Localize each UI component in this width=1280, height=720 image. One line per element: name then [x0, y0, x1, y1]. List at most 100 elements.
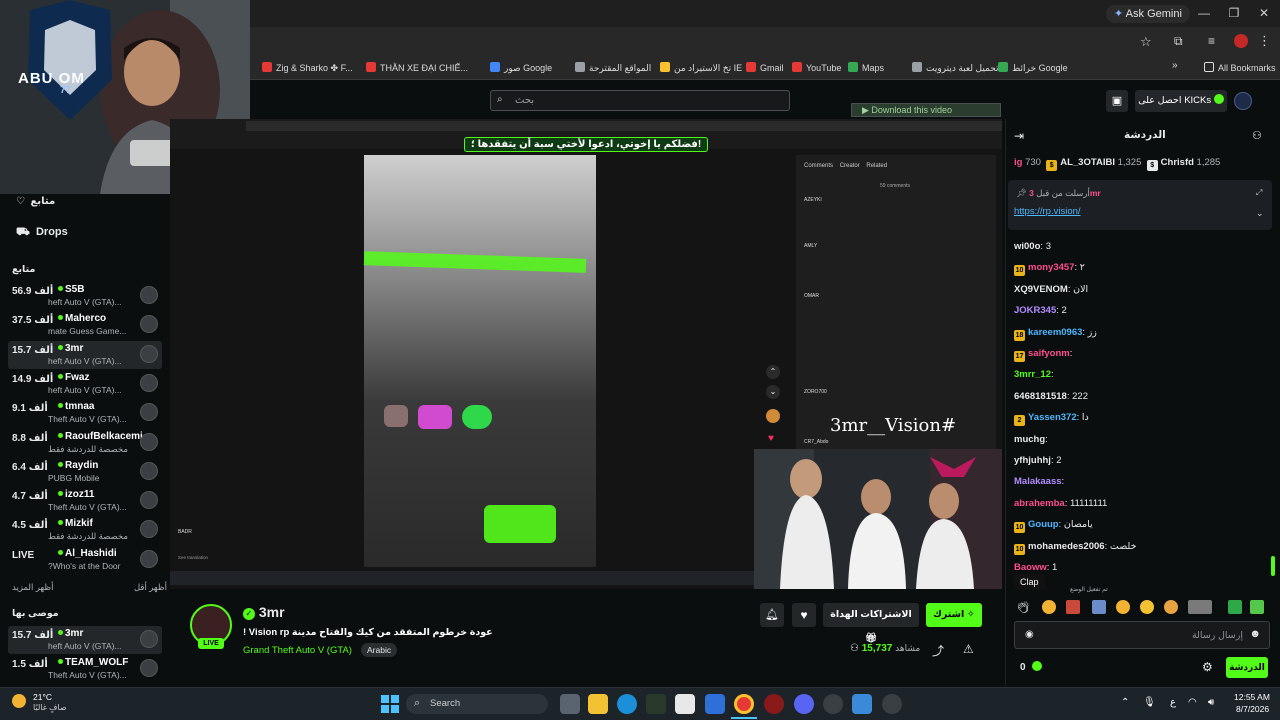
bookmark-item[interactable]: THẰN XE ĐẠI CHIẾ... — [366, 60, 468, 76]
report-icon[interactable]: ⚠ — [963, 642, 974, 656]
chat-message[interactable]: 10 Gouup: يامصان — [1014, 519, 1093, 534]
windows-start-icon[interactable] — [381, 695, 399, 713]
bookmarks-overflow-icon[interactable]: » — [1172, 60, 1178, 71]
collapse-chat-icon[interactable]: ⇥ — [1014, 129, 1024, 143]
maximize-button[interactable]: ❐ — [1224, 4, 1244, 22]
chat-settings-avatar-icon[interactable]: ◉ — [1025, 629, 1034, 640]
wifi-icon[interactable]: ◠ — [1188, 697, 1197, 708]
sidebar-channel-maherco[interactable]: 37.5 ألف Maherco mate Guess Game... — [8, 311, 162, 339]
chat-message[interactable]: Malakaass: — [1014, 476, 1064, 487]
emote-icon[interactable] — [1228, 600, 1242, 614]
chat-username[interactable]: Malakaass — [1014, 476, 1062, 487]
input-language[interactable]: ع — [1170, 697, 1176, 708]
bookmark-item[interactable]: Gmail — [746, 60, 784, 76]
category-link[interactable]: Grand Theft Auto V (GTA) — [243, 645, 352, 656]
chat-username[interactable]: Yassen372 — [1028, 412, 1077, 423]
pinned-message[interactable]: 📌︎ أرسلت من قبل 3mr https://rp.vision/ ⤢… — [1008, 180, 1272, 230]
chat-message[interactable]: XQ9VENOM: الان — [1014, 284, 1088, 295]
chat-message[interactable]: 6468181518: 222 — [1014, 391, 1088, 402]
send-chat-button[interactable]: الدردشة — [1226, 657, 1268, 678]
emote-icon[interactable] — [1140, 600, 1154, 614]
sidebar-channel-al_hashidi[interactable]: LIVE Al_Hashidi ?Who's at the Door — [8, 546, 162, 574]
weather-icon[interactable] — [12, 694, 26, 708]
app-icon[interactable] — [764, 694, 784, 714]
chat-message[interactable]: 3mrr_12: — [1014, 369, 1054, 380]
media-control-icon[interactable]: ≡ — [1208, 34, 1215, 48]
chat-username[interactable]: XQ9VENOM — [1014, 284, 1068, 295]
bookmark-item[interactable]: Zig & Sharko ✤ F... — [262, 60, 353, 76]
extensions-icon[interactable]: ⧉ — [1174, 34, 1183, 49]
file-explorer-icon[interactable] — [588, 694, 608, 714]
browser-menu-icon[interactable]: ⋮ — [1258, 33, 1271, 49]
video-player[interactable]: فضلكم يا إخوتي، ادعوا لأختي سبة أن يتفقد… — [170, 119, 1002, 589]
search-input[interactable]: ⌕ بحث — [490, 90, 790, 111]
pinned-link[interactable]: https://rp.vision/ — [1014, 206, 1081, 217]
chat-message[interactable]: 2 Yassen372: دا — [1014, 412, 1089, 427]
emote-icon[interactable] — [1164, 600, 1178, 614]
photos-icon[interactable] — [852, 694, 872, 714]
chat-username[interactable]: abrahemba — [1014, 498, 1065, 509]
subscribe-button[interactable]: اشترك ✧ — [926, 603, 982, 627]
chrome-icon[interactable] — [734, 694, 754, 714]
bookmark-item[interactable]: تحميل لعبة ديترويت... — [912, 60, 1006, 76]
ask-gemini-button[interactable]: ✦ Ask Gemini — [1106, 5, 1190, 23]
emote-icon[interactable] — [1250, 600, 1264, 614]
weather-description[interactable]: صافٍ غالبًا — [33, 703, 67, 712]
profile-avatar[interactable] — [1234, 34, 1248, 48]
share-icon[interactable]: ⤴ — [932, 642, 944, 659]
weather-temperature[interactable]: 21°C — [33, 692, 52, 702]
clock-time[interactable]: 12:55 AM — [1234, 692, 1270, 702]
app-icon[interactable] — [882, 694, 902, 714]
chat-username[interactable]: 3mrr_12 — [1014, 369, 1051, 380]
emote-icon[interactable] — [1066, 600, 1080, 614]
clap-emote-icon[interactable]: 👏︎ — [1016, 601, 1030, 614]
chat-username[interactable]: yfhjuhhj — [1014, 455, 1051, 466]
gift-subs-button[interactable]: الاشتراكات الهداة 🎁︎ — [823, 603, 919, 644]
download-video-button[interactable]: ▶ Download this video — [851, 103, 1001, 117]
sidebar-channel-izoz11[interactable]: 4.7 ألف izoz11 Theft Auto V (GTA)... — [8, 487, 162, 515]
close-window-button[interactable]: ✕ — [1254, 4, 1274, 22]
chat-message[interactable]: 17 saifyonm: — [1014, 348, 1072, 362]
chat-message[interactable]: 10 mohamedes2006: خلصت — [1014, 541, 1136, 555]
chat-message[interactable]: 18 kareem0963: زز — [1014, 327, 1097, 341]
layout-icon[interactable]: ▣ — [1106, 90, 1128, 112]
bookmark-item[interactable]: تخ الاستيراد من IE — [660, 60, 742, 76]
scroll-down-icon[interactable]: ⌄ — [766, 385, 780, 399]
chat-input[interactable]: ◉ إرسال رسالة ☻ — [1014, 621, 1270, 649]
follow-heart-button[interactable]: ♥ — [792, 603, 816, 627]
chat-username[interactable]: 6468181518 — [1014, 391, 1067, 402]
chat-username[interactable]: kareem0963 — [1028, 327, 1082, 338]
bookmark-star-icon[interactable]: ☆ — [1140, 34, 1152, 50]
chat-scrollbar[interactable] — [1271, 556, 1275, 576]
sidebar-channel-raydin[interactable]: 6.4 ألف Raydin PUBG Mobile — [8, 458, 162, 486]
task-view-icon[interactable] — [560, 694, 580, 714]
chat-username[interactable]: Baoww — [1014, 562, 1047, 573]
bookmark-item[interactable]: صور Google — [490, 60, 552, 76]
emote-icon[interactable] — [1042, 600, 1056, 614]
show-less-link[interactable]: أظهر أقل — [134, 582, 167, 593]
following-nav-item[interactable]: ♡ متابع — [16, 196, 55, 207]
discord-icon[interactable] — [794, 694, 814, 714]
bookmark-item[interactable]: Maps — [848, 60, 884, 76]
microphone-icon[interactable]: 🎙︎ — [1143, 697, 1156, 708]
drops-nav-item[interactable]: ⛟ Drops — [16, 226, 68, 240]
volume-icon[interactable]: 🔊︎ — [1208, 697, 1214, 708]
chat-message[interactable]: Baoww: 1 — [1014, 562, 1057, 573]
emote-icon[interactable] — [1188, 600, 1212, 614]
bookmark-item[interactable]: YouTube — [792, 60, 841, 76]
chat-username[interactable]: mohamedes2006 — [1028, 541, 1105, 552]
chat-users-icon[interactable]: ⚇ — [1252, 129, 1262, 142]
sidebar-channel-3mr[interactable]: 15.7 ألف 3mr heft Auto V (GTA)... — [8, 626, 162, 654]
sidebar-channel-raoufbelkacemi[interactable]: 8.8 ألف RaoufBelkacemi مخصصة للدردشة فقط — [8, 429, 162, 457]
chat-username[interactable]: JOKR345 — [1014, 305, 1056, 316]
sidebar-channel-tmnaa[interactable]: 9.1 ألف tmnaa Theft Auto V (GTA)... — [8, 399, 162, 427]
all-bookmarks[interactable]: All Bookmarks — [1204, 60, 1276, 76]
chat-message[interactable]: abrahemba: 11111111 — [1014, 498, 1107, 509]
chat-message[interactable]: JOKR345: 2 — [1014, 305, 1067, 316]
emote-icon[interactable] — [1116, 600, 1130, 614]
chat-username[interactable]: mony3457 — [1028, 262, 1074, 273]
chat-username[interactable]: muchg — [1014, 434, 1045, 445]
emoji-icon[interactable]: ☻ — [1249, 628, 1261, 640]
user-avatar[interactable] — [1234, 92, 1252, 110]
scroll-up-icon[interactable]: ⌃ — [766, 365, 780, 379]
